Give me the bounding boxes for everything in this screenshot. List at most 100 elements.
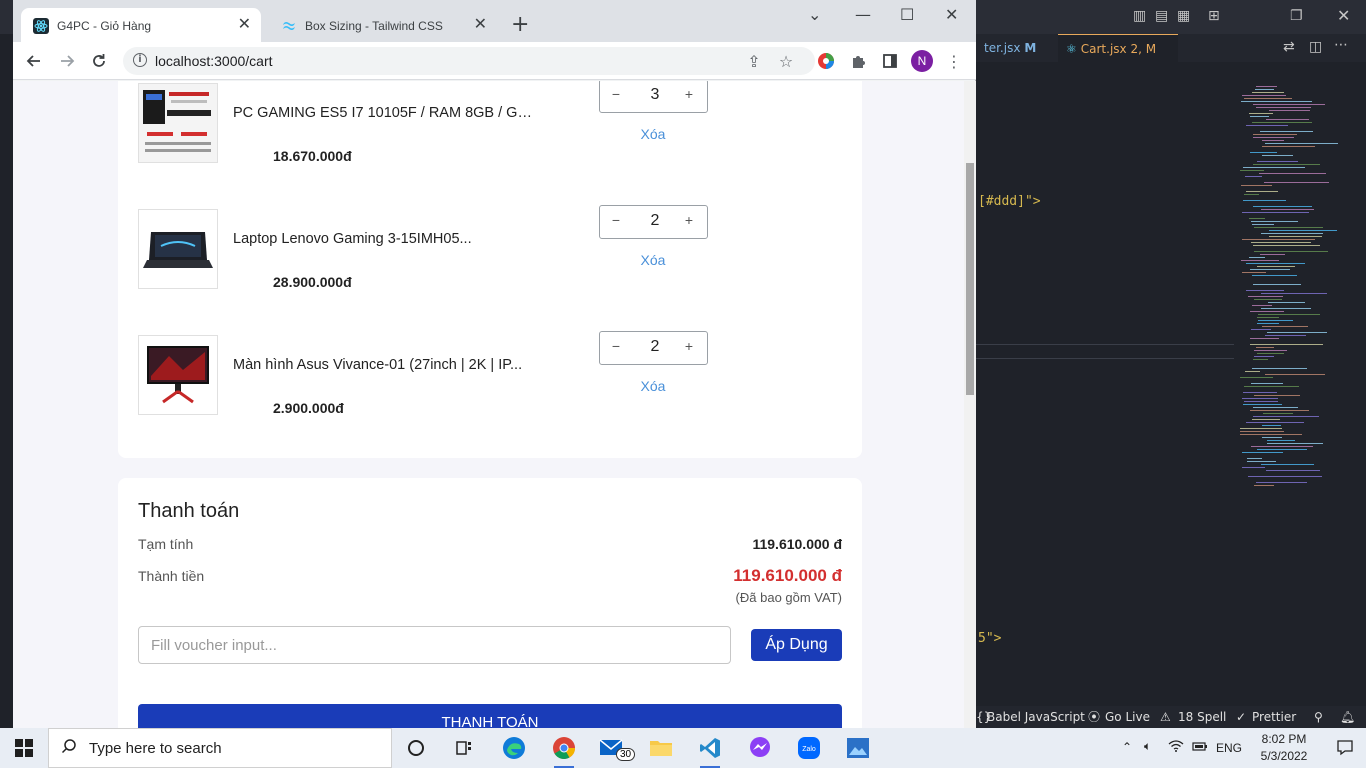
scrollbar-thumb[interactable] <box>966 163 974 395</box>
more-actions-icon[interactable]: ⋯ <box>1334 37 1348 53</box>
battery-icon[interactable] <box>1192 739 1208 756</box>
editor-tab-cart[interactable]: ⚛Cart.jsx 2, M ✕ <box>1058 34 1178 84</box>
extensions-puzzle-icon[interactable] <box>847 50 869 72</box>
panel-icon[interactable]: ▤ <box>1155 8 1168 24</box>
bookmark-star-icon[interactable]: ☆ <box>775 50 797 72</box>
windows-start-icon[interactable] <box>14 738 34 758</box>
info-icon[interactable]: i <box>133 53 147 67</box>
minimap-line <box>1267 440 1295 441</box>
maximize-icon[interactable]: ☐ <box>900 6 914 24</box>
close-tab-icon[interactable]: ✕ <box>474 16 487 34</box>
decrease-button[interactable]: − <box>606 338 626 354</box>
cortana-icon[interactable] <box>402 734 430 762</box>
extension-color-icon[interactable] <box>815 50 837 72</box>
close-tab-icon[interactable]: ✕ <box>238 16 251 34</box>
new-tab-icon[interactable]: + <box>511 13 529 37</box>
product-image-pc[interactable] <box>138 83 218 163</box>
product-image-laptop[interactable] <box>138 209 218 289</box>
close-window-icon[interactable]: ✕ <box>945 6 958 24</box>
messenger-icon[interactable] <box>746 734 774 762</box>
wifi-icon[interactable] <box>1168 739 1184 756</box>
product-name[interactable]: Màn hình Asus Vivance-01 (27inch | 2K | … <box>233 357 538 373</box>
layout-icon[interactable]: ▥ <box>1133 8 1146 24</box>
increase-button[interactable]: + <box>679 212 699 228</box>
quantity-value[interactable]: 2 <box>640 212 670 230</box>
minimap-line <box>1254 227 1323 228</box>
product-image-monitor[interactable] <box>138 335 218 415</box>
tab-tailwind[interactable]: Box Sizing - Tailwind CSS ✕ <box>269 8 497 42</box>
editor-tab-footer[interactable]: ter.jsx M <box>976 34 1056 62</box>
broadcast-icon: ⦿ <box>1088 710 1101 724</box>
bell-icon[interactable]: 🔔︎ <box>1340 706 1355 728</box>
divider <box>976 344 1234 345</box>
restore-icon[interactable]: ❐ <box>1290 8 1303 24</box>
share-icon[interactable]: ⇪ <box>743 50 765 72</box>
cart-item: PC GAMING ES5 I7 10105F / RAM 8GB / GTX.… <box>138 81 858 164</box>
tab-search-icon[interactable]: ⌄ <box>808 6 821 24</box>
minimap[interactable] <box>1240 86 1355 496</box>
compare-icon[interactable]: ⇄ <box>1283 39 1295 55</box>
language-mode[interactable]: Babel JavaScript <box>987 706 1085 728</box>
minimize-icon[interactable]: — <box>855 6 871 24</box>
minimap-line <box>1253 164 1320 165</box>
back-icon[interactable] <box>23 50 45 72</box>
quantity-stepper: − 2 + <box>599 331 708 365</box>
customize-layout-icon[interactable]: ⊞ <box>1208 8 1220 24</box>
file-explorer-icon[interactable] <box>647 734 675 762</box>
page-scrollbar[interactable] <box>964 81 976 728</box>
chrome-icon[interactable] <box>550 734 578 768</box>
quantity-stepper: − 3 + <box>599 81 708 113</box>
menu-kebab-icon[interactable]: ⋮ <box>943 50 965 72</box>
tab-cart[interactable]: G4PC - Giỏ Hàng ✕ <box>21 8 261 42</box>
reload-icon[interactable] <box>88 50 110 72</box>
minimap-line <box>1252 92 1284 93</box>
page-viewport: PC GAMING ES5 I7 10105F / RAM 8GB / GTX.… <box>13 81 976 728</box>
go-live-button[interactable]: Go Live <box>1105 706 1150 728</box>
quantity-value[interactable]: 2 <box>640 338 670 356</box>
increase-button[interactable]: + <box>679 86 699 102</box>
taskbar-search[interactable]: Type here to search <box>48 728 392 768</box>
forward-icon[interactable] <box>56 50 78 72</box>
profile-avatar[interactable]: N <box>911 50 933 72</box>
show-hidden-icons-icon[interactable]: ⌃ <box>1122 740 1132 754</box>
language-indicator[interactable]: ENG <box>1216 741 1242 755</box>
volume-icon[interactable]: 🔈︎ <box>1144 739 1151 754</box>
address-bar[interactable]: i localhost:3000/cart ⇪ ☆ <box>123 47 815 75</box>
feedback-icon[interactable]: ⚲ <box>1314 706 1323 728</box>
checkout-button[interactable]: THANH TOÁN <box>138 704 842 728</box>
url-text[interactable]: localhost:3000/cart <box>155 53 273 69</box>
mail-icon[interactable]: 30 <box>598 734 636 762</box>
split-editor-icon[interactable]: ◫ <box>1309 39 1322 55</box>
voucher-input[interactable] <box>138 626 731 664</box>
spell-status[interactable]: 18 Spell <box>1178 706 1226 728</box>
close-icon[interactable]: ✕ <box>1337 6 1350 25</box>
task-view-icon[interactable] <box>450 734 478 762</box>
total-value: 119.610.000 đ <box>733 566 842 585</box>
prettier-status[interactable]: Prettier <box>1252 706 1296 728</box>
code-fragment: [#ddd]"> <box>978 194 1041 209</box>
decrease-button[interactable]: − <box>606 86 626 102</box>
remove-item-link[interactable]: Xóa <box>618 252 688 268</box>
clock-date[interactable]: 5/3/2022 <box>1254 749 1314 763</box>
photos-icon[interactable] <box>844 734 872 762</box>
product-name[interactable]: Laptop Lenovo Gaming 3-15IMH05... <box>233 231 538 247</box>
vscode-statusbar: {} Babel JavaScript ⦿ Go Live ⚠ 18 Spell… <box>976 706 1366 728</box>
decrease-button[interactable]: − <box>606 212 626 228</box>
zalo-icon[interactable]: Zalo <box>795 734 823 762</box>
edge-icon[interactable] <box>500 734 528 762</box>
increase-button[interactable]: + <box>679 338 699 354</box>
sidebar-icon[interactable]: ▦ <box>1177 8 1190 24</box>
vscode-icon[interactable] <box>696 734 724 768</box>
quantity-value[interactable]: 3 <box>640 86 670 104</box>
minimap-line <box>1256 107 1311 108</box>
clock-time[interactable]: 8:02 PM <box>1254 732 1314 746</box>
remove-item-link[interactable]: Xóa <box>618 126 688 142</box>
apply-voucher-button[interactable]: Áp Dụng <box>751 629 842 661</box>
product-name[interactable]: PC GAMING ES5 I7 10105F / RAM 8GB / GTX.… <box>233 105 538 121</box>
browser-toolbar: i localhost:3000/cart ⇪ ☆ N ⋮ <box>13 42 976 80</box>
remove-item-link[interactable]: Xóa <box>618 378 688 394</box>
minimap-line <box>1269 236 1322 237</box>
minimap-line <box>1248 476 1322 477</box>
side-panel-icon[interactable] <box>879 50 901 72</box>
notification-icon[interactable] <box>1336 738 1354 759</box>
